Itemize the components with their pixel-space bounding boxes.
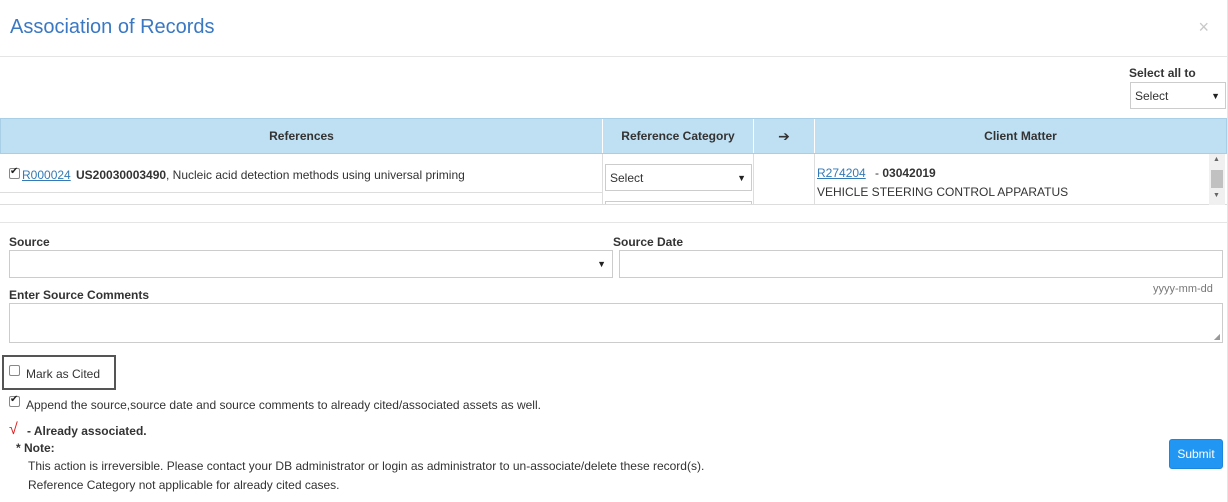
reference-link[interactable]: R000024 — [22, 168, 71, 182]
note-line: This action is irreversible. Please cont… — [28, 459, 705, 473]
mark-cited-checkbox[interactable] — [9, 365, 20, 376]
column-divider — [814, 154, 815, 204]
scroll-thumb[interactable] — [1211, 170, 1223, 188]
dialog-title: Association of Records — [10, 16, 215, 38]
dropdown-arrow-icon: ▼ — [1211, 90, 1220, 101]
source-date-input[interactable] — [619, 250, 1223, 278]
section-divider — [0, 222, 1227, 223]
column-header-references: References — [1, 119, 603, 153]
dropdown-arrow-icon: ▼ — [597, 259, 606, 269]
note-label: * Note: — [16, 441, 55, 455]
client-matter-description: VEHICLE STEERING CONTROL APPARATUS — [817, 185, 1069, 199]
source-date-label: Source Date — [613, 235, 684, 249]
source-label: Source — [9, 235, 50, 249]
dialog-header: Association of Records × — [0, 0, 1227, 57]
note-line: Reference Category not applicable for al… — [28, 478, 340, 492]
date-format-hint: yyyy-mm-dd — [1153, 283, 1213, 295]
table-body: R000024 US20030003490 , Nucleic acid det… — [0, 154, 1227, 205]
dropdown-arrow-icon: ▼ — [737, 172, 746, 183]
close-icon[interactable]: × — [1198, 17, 1209, 38]
source-comments-textarea[interactable]: ◢ — [9, 303, 1223, 343]
resize-handle-icon[interactable]: ◢ — [1214, 332, 1220, 341]
table-scrollbar[interactable]: ▲ ▼ — [1209, 154, 1225, 205]
comments-label: Enter Source Comments — [9, 288, 150, 302]
already-associated-legend: - Already associated. — [27, 424, 147, 438]
associated-check-icon: √ — [9, 421, 18, 438]
select-all-dropdown[interactable]: Select ▼ — [1130, 82, 1226, 109]
reference-number: US20030003490 — [76, 168, 167, 182]
reference-category-value: Select — [610, 170, 644, 185]
column-divider — [602, 154, 603, 204]
mark-cited-label[interactable]: Mark as Cited — [26, 367, 100, 381]
source-dropdown[interactable]: ▼ — [9, 250, 613, 278]
client-matter-number: - 03042019 — [875, 166, 936, 180]
reference-category-dropdown-next[interactable] — [605, 201, 752, 204]
select-all-label: Select all to — [1129, 66, 1196, 80]
select-all-value: Select — [1135, 88, 1169, 103]
submit-button[interactable]: Submit — [1169, 439, 1223, 469]
client-matter-number-value: 03042019 — [882, 166, 936, 180]
column-divider — [753, 154, 754, 204]
column-header-client-matter: Client Matter — [984, 129, 1057, 143]
reference-description: , Nucleic acid detection methods using u… — [166, 168, 465, 182]
row-checkbox[interactable] — [9, 166, 20, 179]
association-dialog: Association of Records × Select all to S… — [0, 0, 1228, 502]
row-divider — [0, 192, 602, 193]
arrow-right-icon: ➔ — [754, 119, 815, 153]
scroll-down-icon[interactable]: ▼ — [1213, 192, 1220, 199]
column-header-reference-category: Reference Category — [603, 119, 754, 153]
reference-category-dropdown[interactable]: Select ▼ — [605, 164, 752, 191]
append-checkbox[interactable] — [9, 394, 20, 407]
append-label[interactable]: Append the source,source date and source… — [26, 398, 541, 412]
client-matter-link[interactable]: R274204 — [817, 166, 866, 180]
scroll-up-icon[interactable]: ▲ — [1213, 156, 1220, 163]
table-header: References Reference Category ➔ Client M… — [0, 118, 1227, 154]
